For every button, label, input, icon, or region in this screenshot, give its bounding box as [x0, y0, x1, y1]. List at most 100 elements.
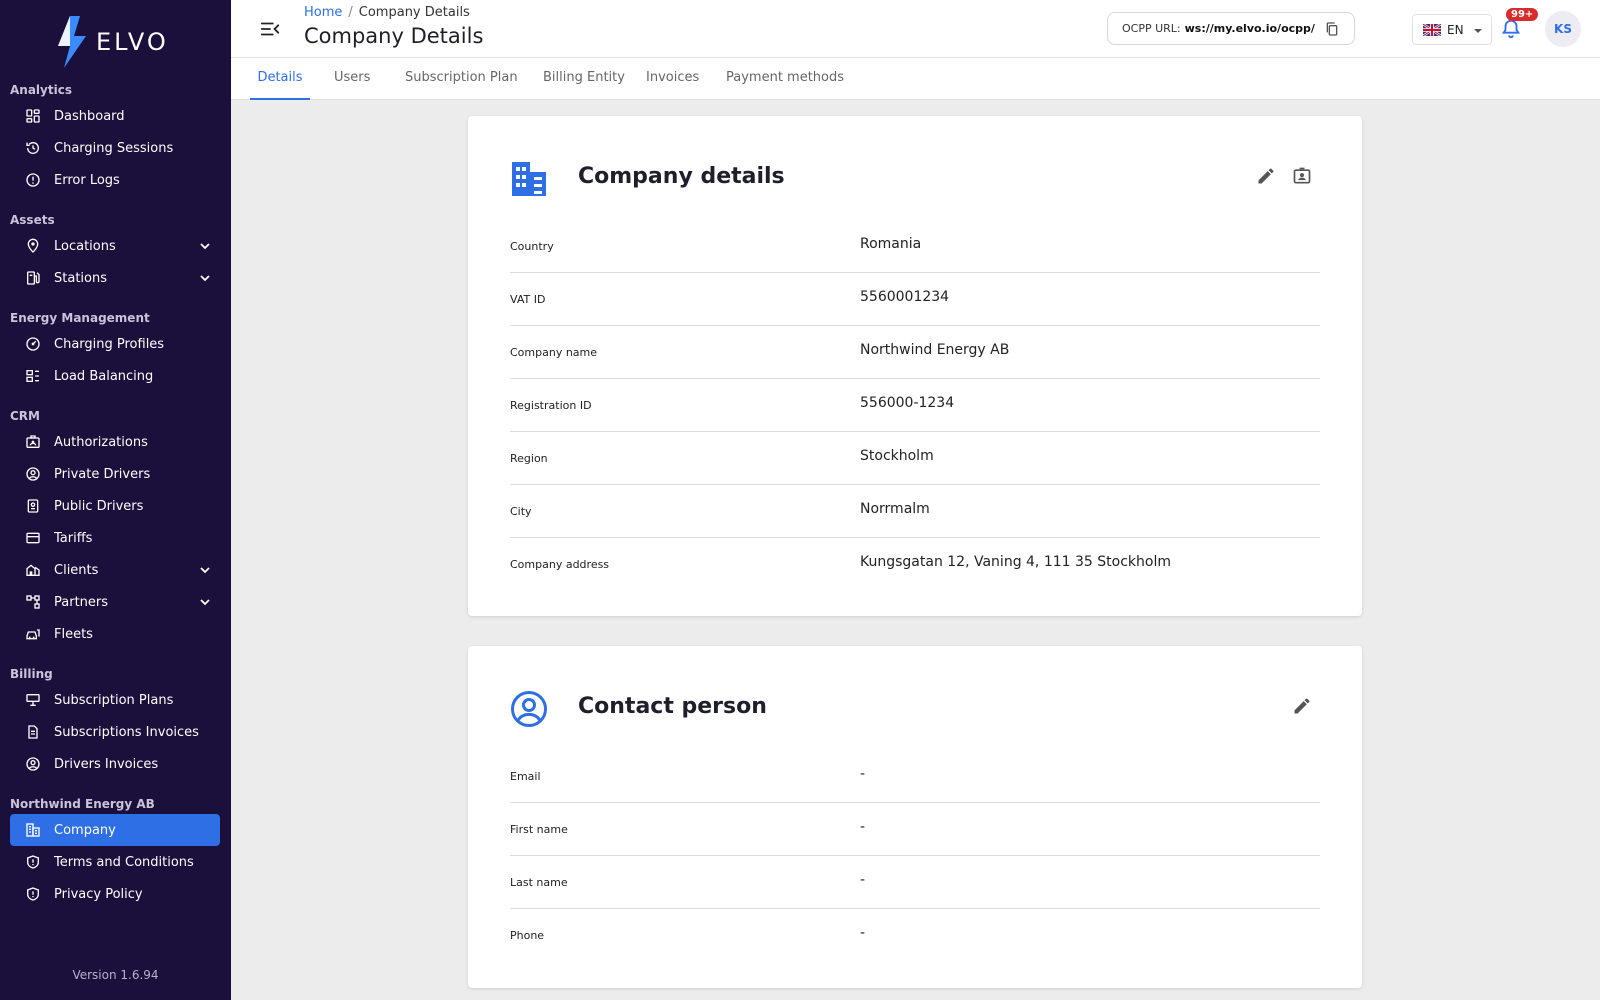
shield-icon — [24, 885, 42, 903]
building-icon — [512, 162, 546, 196]
page-title: Company Details — [304, 24, 484, 48]
sidebar-item-fleets[interactable]: Fleets — [10, 618, 220, 650]
ocpp-url-value: ws://my.elvo.io/ocpp/ — [1184, 22, 1315, 35]
tab-billing-entity[interactable]: Billing Entity — [543, 58, 625, 100]
caret-down-icon — [1474, 29, 1482, 33]
field-value: 5560001234 — [860, 289, 950, 305]
sidebar-item-privacy-policy[interactable]: Privacy Policy — [10, 878, 220, 910]
ocpp-url-box: OCPP URL: ws://my.elvo.io/ocpp/ — [1107, 12, 1355, 45]
alert-circle-icon — [24, 171, 42, 189]
sidebar-item-label: Authorizations — [54, 434, 148, 450]
sidebar-item-label: Public Drivers — [54, 498, 144, 514]
document-icon — [24, 723, 42, 741]
sidebar-item-company[interactable]: Company — [10, 814, 220, 846]
detail-row-vat-id: VAT ID 5560001234 — [510, 273, 1320, 326]
edit-pencil-icon[interactable] — [1256, 166, 1276, 186]
sidebar-item-label: Privacy Policy — [54, 886, 143, 902]
tab-bar: Details Users Subscription Plan Billing … — [231, 58, 1600, 100]
field-value: Romania — [860, 236, 922, 252]
field-label: Registration ID — [510, 399, 592, 412]
sidebar-section-analytics: Analytics — [10, 83, 72, 97]
user-circle-icon — [511, 691, 547, 727]
field-label: Company name — [510, 346, 598, 359]
elvo-logo[interactable]: ELVO — [56, 16, 186, 68]
history-icon — [24, 139, 42, 157]
sidebar-item-label: Charging Profiles — [54, 336, 165, 352]
sidebar-section-crm: CRM — [10, 409, 40, 423]
sidebar-item-label: Tariffs — [54, 530, 93, 546]
sidebar-item-subscriptions-invoices[interactable]: Subscriptions Invoices — [10, 716, 220, 748]
detail-row-company-address: Company address Kungsgatan 12, Vaning 4,… — [510, 538, 1320, 591]
dashboard-icon — [24, 107, 42, 125]
sidebar-item-label: Charging Sessions — [54, 140, 174, 156]
sidebar-item-error-logs[interactable]: Error Logs — [10, 164, 220, 196]
detail-row-first-name: First name - — [510, 803, 1320, 856]
station-icon — [24, 269, 42, 287]
breadcrumb-home-link[interactable]: Home — [304, 5, 342, 20]
chevron-down-icon — [200, 567, 210, 574]
tab-invoices[interactable]: Invoices — [646, 58, 699, 100]
sidebar-item-label: Dashboard — [54, 108, 125, 124]
sidebar-item-terms-and-conditions[interactable]: Terms and Conditions — [10, 846, 220, 878]
sidebar-item-charging-sessions[interactable]: Charging Sessions — [10, 132, 220, 164]
sidebar: ELVO Analytics Dashboard Charging Sessio… — [0, 0, 231, 1000]
company-details-card: Company details Country Romania VAT ID 5… — [468, 116, 1362, 616]
field-label: Country — [510, 240, 554, 253]
sidebar-item-stations[interactable]: Stations — [10, 262, 220, 294]
sidebar-item-label: Stations — [54, 270, 107, 286]
fleet-icon — [24, 625, 42, 643]
sidebar-item-label: Clients — [54, 562, 99, 578]
sidebar-section-northwind-energy-ab: Northwind Energy AB — [10, 797, 155, 811]
field-value: 556000-1234 — [860, 395, 955, 411]
sidebar-nav: Analytics Dashboard Charging Sessions Er… — [0, 80, 231, 910]
sidebar-item-partners[interactable]: Partners — [10, 586, 220, 618]
badge-icon — [24, 497, 42, 515]
credit-card-icon — [24, 529, 42, 547]
tab-payment-methods[interactable]: Payment methods — [726, 58, 844, 100]
user-avatar[interactable]: KS — [1545, 11, 1581, 47]
sidebar-item-drivers-invoices[interactable]: Drivers Invoices — [10, 748, 220, 780]
contact-card-icon[interactable] — [1292, 166, 1312, 186]
user-circle-icon — [24, 465, 42, 483]
language-select[interactable]: EN — [1412, 14, 1492, 45]
tab-users[interactable]: Users — [334, 58, 370, 100]
top-header: Home / Company Details Company Details OCP… — [231, 0, 1600, 58]
sidebar-item-charging-profiles[interactable]: Charging Profiles — [10, 328, 220, 360]
edit-pencil-icon[interactable] — [1292, 696, 1312, 716]
detail-row-last-name: Last name - — [510, 856, 1320, 909]
company-details-title: Company details — [578, 164, 785, 189]
contact-person-card: Contact person Email - First name - Last… — [468, 646, 1362, 988]
brand-name: ELVO — [96, 28, 169, 56]
sidebar-item-locations[interactable]: Locations — [10, 230, 220, 262]
field-label: Phone — [510, 929, 545, 942]
sidebar-item-load-balancing[interactable]: Load Balancing — [10, 360, 220, 392]
notification-bell-icon[interactable] — [1500, 18, 1522, 40]
sidebar-item-label: Subscription Plans — [54, 692, 174, 708]
sidebar-item-subscription-plans[interactable]: Subscription Plans — [10, 684, 220, 716]
sidebar-item-private-drivers[interactable]: Private Drivers — [10, 458, 220, 490]
tab-details[interactable]: Details — [250, 58, 310, 100]
field-value: Kungsgatan 12, Vaning 4, 111 35 Stockhol… — [860, 554, 1171, 570]
field-label: Region — [510, 452, 548, 465]
sidebar-item-clients[interactable]: Clients — [10, 554, 220, 586]
menu-collapse-icon[interactable] — [259, 18, 281, 40]
sidebar-section-assets: Assets — [10, 213, 55, 227]
detail-row-email: Email - — [510, 750, 1320, 803]
copy-icon[interactable] — [1324, 21, 1340, 37]
breadcrumb: Home / Company Details — [304, 5, 470, 20]
chevron-down-icon — [200, 275, 210, 282]
sidebar-item-label: Private Drivers — [54, 466, 151, 482]
sidebar-item-authorizations[interactable]: Authorizations — [10, 426, 220, 458]
detail-row-company-name: Company name Northwind Energy AB — [510, 326, 1320, 379]
tab-subscription-plan[interactable]: Subscription Plan — [405, 58, 518, 100]
notification-count-badge: 99+ — [1506, 8, 1539, 21]
plans-icon — [24, 691, 42, 709]
client-house-icon — [24, 561, 42, 579]
sidebar-item-public-drivers[interactable]: Public Drivers — [10, 490, 220, 522]
load-balance-icon — [24, 367, 42, 385]
sidebar-item-tariffs[interactable]: Tariffs — [10, 522, 220, 554]
field-label: VAT ID — [510, 293, 546, 306]
sidebar-item-label: Locations — [54, 238, 116, 254]
sidebar-item-dashboard[interactable]: Dashboard — [10, 100, 220, 132]
field-label: Company address — [510, 558, 610, 571]
